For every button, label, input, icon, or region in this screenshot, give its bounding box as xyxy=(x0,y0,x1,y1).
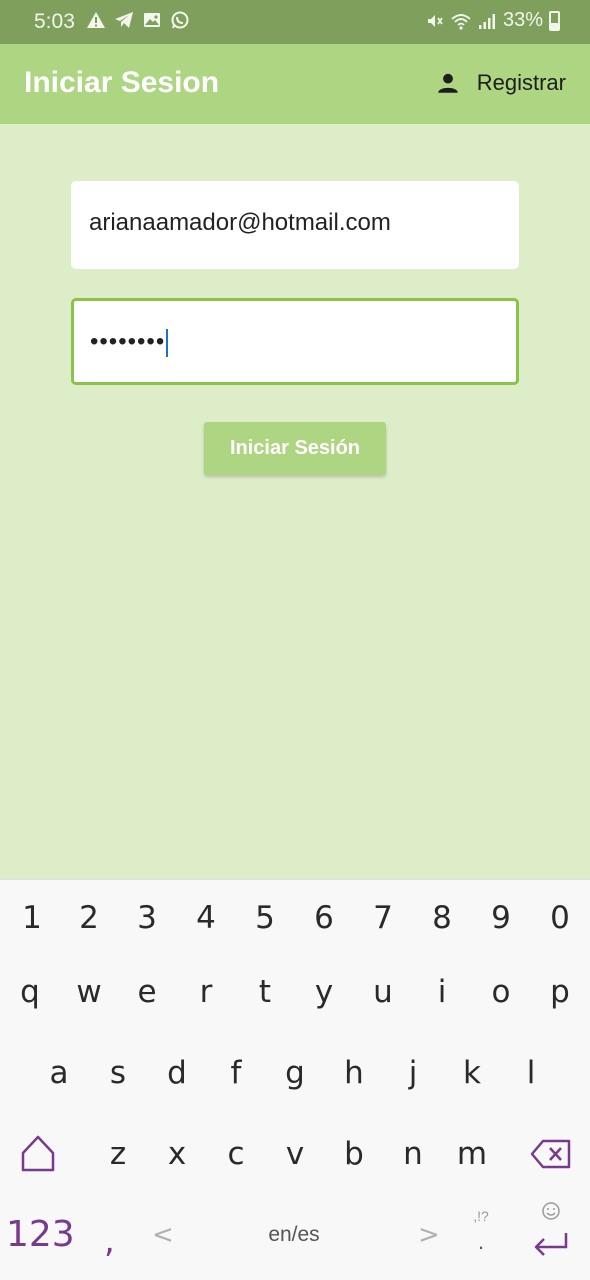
whatsapp-icon xyxy=(171,11,189,29)
key-5[interactable]: 5 xyxy=(245,888,285,948)
password-field[interactable]: •••••••• xyxy=(71,298,519,385)
key-e[interactable]: e xyxy=(127,962,167,1022)
punctuation-key[interactable]: ,!? . xyxy=(466,1205,496,1257)
key-o[interactable]: o xyxy=(481,962,521,1022)
keyboard-bottom-row: 123 , < en/es > ,!? . xyxy=(0,1202,590,1265)
key-3[interactable]: 3 xyxy=(127,888,167,948)
alert-icon xyxy=(87,12,105,28)
enter-key[interactable] xyxy=(526,1201,576,1269)
key-k[interactable]: k xyxy=(452,1043,492,1103)
key-s[interactable]: s xyxy=(98,1043,138,1103)
key-m[interactable]: m xyxy=(452,1124,492,1184)
person-icon xyxy=(438,73,458,93)
notification-icons xyxy=(86,10,190,30)
key-8[interactable]: 8 xyxy=(422,888,462,948)
register-label: Registrar xyxy=(476,70,566,95)
key-n[interactable]: n xyxy=(393,1124,433,1184)
gallery-icon xyxy=(144,13,160,27)
key-z[interactable]: z xyxy=(98,1124,138,1184)
key-x[interactable]: x xyxy=(157,1124,197,1184)
period-label: . xyxy=(477,1229,485,1254)
key-2[interactable]: 2 xyxy=(69,888,109,948)
text-cursor xyxy=(166,328,169,357)
key-c[interactable]: c xyxy=(216,1124,256,1184)
key-g[interactable]: g xyxy=(275,1043,315,1103)
page-title: Iniciar Sesion xyxy=(24,66,220,99)
email-field[interactable]: arianaamador@hotmail.com xyxy=(71,181,519,269)
key-u[interactable]: u xyxy=(363,962,403,1022)
key-4[interactable]: 4 xyxy=(186,888,226,948)
key-7[interactable]: 7 xyxy=(363,888,403,948)
backspace-icon[interactable] xyxy=(530,1138,572,1170)
status-time: 5:03 xyxy=(34,10,75,33)
key-h[interactable]: h xyxy=(334,1043,374,1103)
key-i[interactable]: i xyxy=(422,962,462,1022)
signal-icon xyxy=(478,13,495,29)
key-p[interactable]: p xyxy=(540,962,580,1022)
key-r[interactable]: r xyxy=(186,962,226,1022)
login-button[interactable]: Iniciar Sesión xyxy=(204,422,386,475)
telegram-icon xyxy=(115,12,133,28)
key-d[interactable]: d xyxy=(157,1043,197,1103)
key-v[interactable]: v xyxy=(275,1124,315,1184)
register-button[interactable]: Registrar xyxy=(435,70,566,96)
app-bar: Iniciar Sesion Registrar xyxy=(0,44,590,124)
key-1[interactable]: 1 xyxy=(12,888,52,948)
shift-icon[interactable] xyxy=(20,1134,56,1174)
wifi-icon xyxy=(451,13,471,30)
key-j[interactable]: j xyxy=(393,1043,433,1103)
mute-icon xyxy=(427,14,443,27)
battery-percent: 33% xyxy=(502,9,543,31)
symbols-key[interactable]: 123 xyxy=(6,1205,75,1265)
key-l[interactable]: l xyxy=(511,1043,551,1103)
email-value: arianaamador@hotmail.com xyxy=(89,209,391,236)
enter-icon xyxy=(534,1233,568,1256)
system-icons: 33% xyxy=(425,9,560,32)
comma-key[interactable]: , xyxy=(104,1211,115,1271)
emoji-icon xyxy=(542,1202,560,1220)
key-y[interactable]: y xyxy=(304,962,344,1022)
keyboard-row-z: z x c v b n m xyxy=(0,1124,590,1184)
key-b[interactable]: b xyxy=(334,1124,374,1184)
key-0[interactable]: 0 xyxy=(540,888,580,948)
key-6[interactable]: 6 xyxy=(304,888,344,948)
key-9[interactable]: 9 xyxy=(481,888,521,948)
cursor-left-key[interactable]: < xyxy=(152,1205,174,1265)
cursor-right-key[interactable]: > xyxy=(418,1205,440,1265)
password-dots: •••••••• xyxy=(90,328,166,355)
space-bar-language[interactable]: en/es xyxy=(244,1205,344,1265)
battery-icon xyxy=(549,10,560,31)
key-w[interactable]: w xyxy=(69,962,109,1022)
keyboard-row-q: q w e r t y u i o p xyxy=(0,962,590,1022)
keyboard-row-a: a s d f g h j k l xyxy=(0,1043,590,1103)
key-q[interactable]: q xyxy=(10,962,50,1022)
key-f[interactable]: f xyxy=(216,1043,256,1103)
status-bar: 5:03 33% xyxy=(0,0,590,44)
on-screen-keyboard: 1 2 3 4 5 6 7 8 9 0 q w e r t y u i o p … xyxy=(0,879,590,1280)
key-t[interactable]: t xyxy=(245,962,285,1022)
key-a[interactable]: a xyxy=(39,1043,79,1103)
keyboard-number-row: 1 2 3 4 5 6 7 8 9 0 xyxy=(0,888,590,948)
password-value: •••••••• xyxy=(90,328,169,357)
punct-alternates: ,!? xyxy=(473,1208,489,1224)
